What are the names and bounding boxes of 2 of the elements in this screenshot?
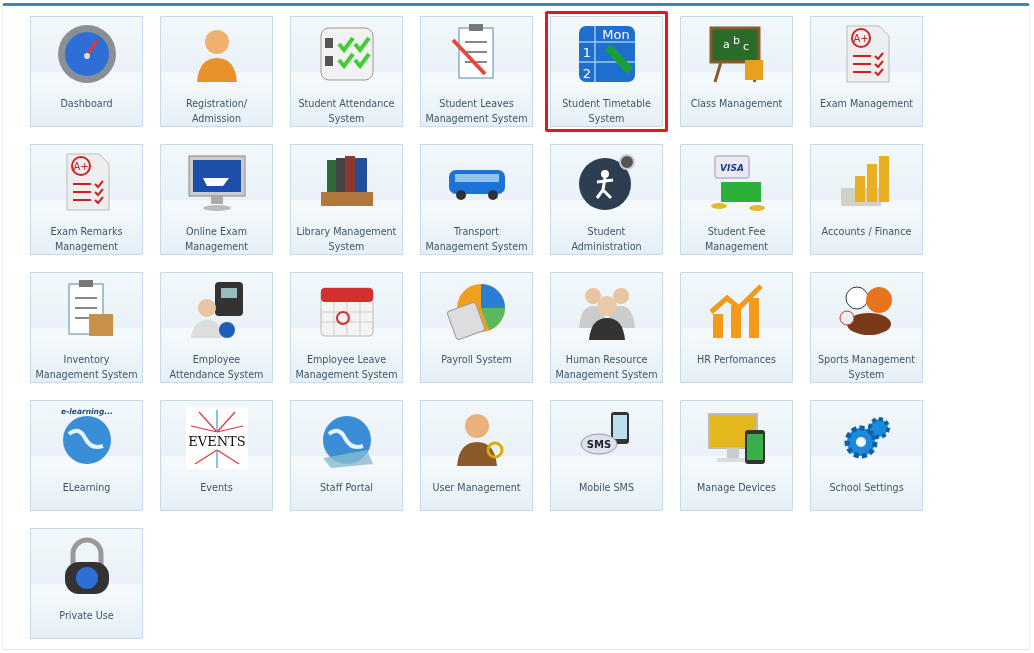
- module-tile[interactable]: Mon 1 2 Student Timetable System: [545, 11, 668, 132]
- fireworks-icon: EVENTS: [184, 406, 249, 470]
